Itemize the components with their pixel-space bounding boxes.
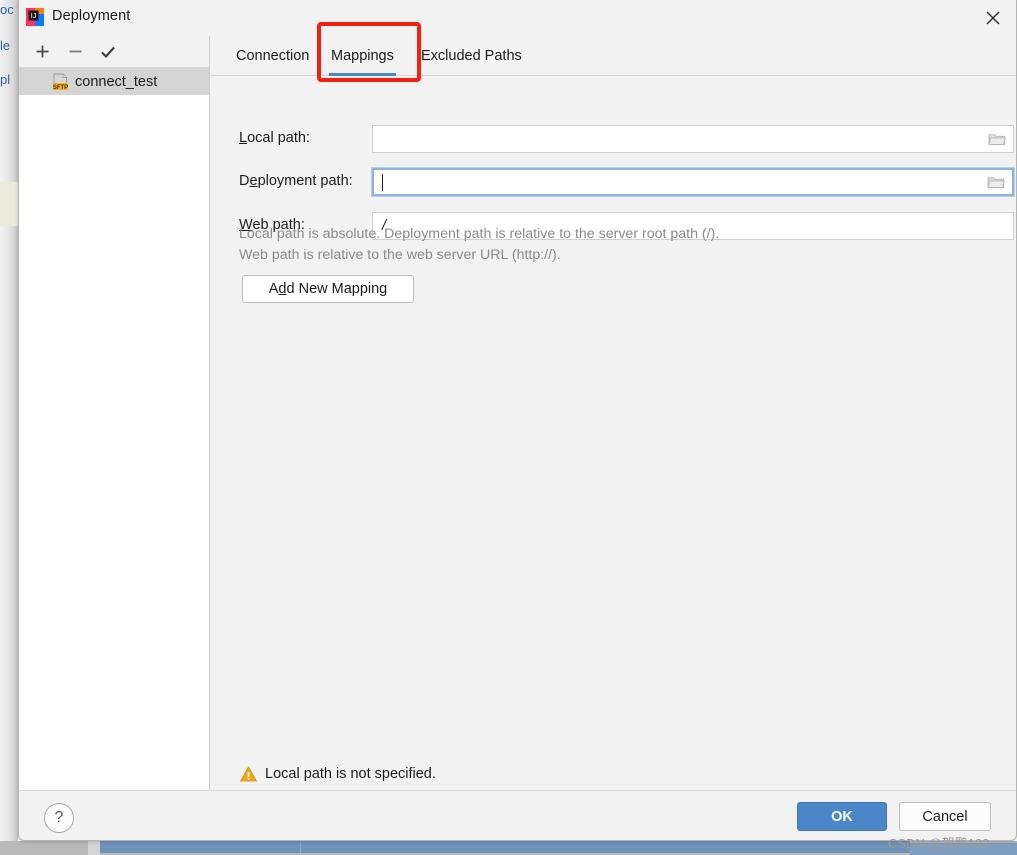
sftp-file-icon: SFTP — [52, 73, 69, 91]
remove-server-button[interactable] — [60, 36, 90, 67]
deployment-path-input[interactable] — [371, 167, 1015, 197]
folder-icon[interactable] — [988, 132, 1006, 147]
plus-icon — [36, 45, 48, 58]
status-bar: Local path is not specified. — [210, 758, 1016, 790]
ok-button[interactable]: OK — [797, 802, 887, 831]
dialog-title: Deployment — [52, 8, 131, 24]
local-path-label: Local path: — [239, 130, 310, 146]
dialog-titlebar: IJ Deployment — [19, 0, 1016, 36]
hint-line-2: Web path is relative to the web server U… — [239, 247, 561, 263]
local-path-input[interactable] — [372, 125, 1014, 153]
help-icon: ? — [54, 809, 64, 826]
background-text-fragment: le — [0, 38, 11, 53]
taskbar-divider — [300, 841, 301, 853]
taskbar-segment — [88, 841, 100, 855]
close-icon — [986, 11, 1000, 25]
server-name-label: connect_test — [75, 73, 158, 90]
dialog-button-bar: ? OK Cancel — [19, 790, 1016, 839]
tab-label: Connection — [236, 48, 310, 64]
warning-triangle-icon — [239, 766, 258, 782]
add-new-mapping-label: Add New Mapping — [268, 281, 388, 297]
cancel-button-label: Cancel — [922, 808, 968, 825]
help-button[interactable]: ? — [44, 803, 74, 833]
add-new-mapping-button[interactable]: Add New Mapping — [242, 275, 414, 303]
add-server-button[interactable] — [27, 36, 57, 67]
status-message: Local path is not specified. — [265, 766, 436, 782]
tab-excluded-paths[interactable]: Excluded Paths — [413, 36, 530, 76]
text-caret — [382, 174, 383, 191]
svg-text:IJ: IJ — [31, 13, 36, 20]
background-text-fragment: oc — [0, 2, 14, 17]
folder-icon[interactable] — [987, 175, 1005, 190]
close-button[interactable] — [970, 0, 1016, 36]
set-default-server-button[interactable] — [93, 36, 123, 67]
tab-label: Excluded Paths — [421, 48, 522, 64]
tab-connection[interactable]: Connection — [228, 36, 317, 76]
list-item[interactable]: SFTP connect_test — [19, 68, 209, 95]
server-list-toolbar — [19, 36, 209, 68]
tab-mappings[interactable]: Mappings — [323, 36, 402, 76]
background-left-strip: oc le pl — [0, 0, 18, 841]
ok-button-label: OK — [831, 808, 853, 825]
tab-label: Mappings — [331, 48, 394, 64]
watermark: CSDN @贺鹏123 — [888, 836, 990, 851]
svg-text:SFTP: SFTP — [53, 85, 68, 90]
taskbar — [0, 841, 1017, 855]
minus-icon — [69, 50, 81, 53]
hint-line-1: Local path is absolute. Deployment path … — [239, 226, 720, 242]
background-text-fragment: pl — [0, 72, 11, 87]
intellij-idea-icon: IJ — [26, 8, 44, 26]
tab-bar: Connection Mappings Excluded Paths — [210, 22, 1016, 82]
background-highlight-band — [0, 182, 18, 226]
checkmark-icon — [101, 46, 115, 58]
cancel-button[interactable]: Cancel — [899, 802, 991, 831]
deployment-dialog: IJ Deployment SFTP connect_test Connecti… — [18, 0, 1017, 841]
deployment-path-label: Deployment path: — [239, 173, 353, 189]
server-list-panel: SFTP connect_test — [19, 36, 210, 790]
mappings-content-panel: Connection Mappings Excluded Paths Local… — [210, 22, 1016, 790]
taskbar-segment — [100, 841, 910, 853]
